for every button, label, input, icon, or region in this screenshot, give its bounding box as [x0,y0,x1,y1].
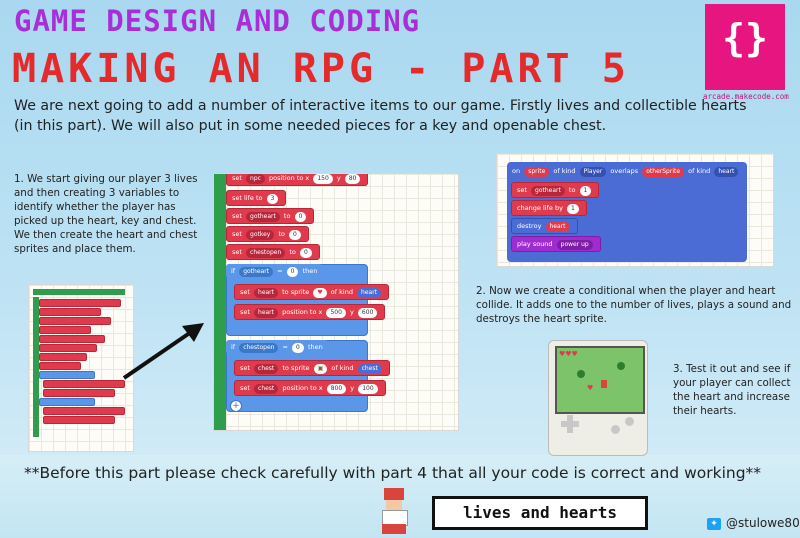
step3-text: 3. Test it out and see if your player ca… [673,363,791,417]
code-set-heart-sprite: set heart to sprite ♥ of kind heart [234,284,390,300]
heart-pickup-icon: ♥ [587,384,594,392]
code-set-npc-position: set npc position to x 150 y 80 [226,174,369,186]
page-title: MAKING AN RPG - PART 5 [12,46,630,92]
overlap-code-panel: on sprite of kind Player overlaps otherS… [496,153,774,267]
tree-icon [577,370,585,378]
code-set-gotheart: set gotheart to 0 [226,208,315,224]
game-simulator: ♥♥♥ ♥ [548,340,648,456]
twitter-icon: ✦ [707,518,721,530]
tree-icon [617,362,625,370]
bottom-note: **Before this part please check carefull… [24,464,762,482]
code-change-life: change life by 1 [511,200,587,216]
page-supertitle: GAME DESIGN AND CODING [14,4,421,38]
logo-url: arcade.makecode.com [703,92,789,101]
makecode-arcade-logo: {} [705,4,785,90]
code-set-life: set life to 3 [226,190,287,206]
chest-sprite-icon: ▣ [313,364,328,374]
arrow-icon [122,323,204,380]
b-button-icon [611,425,620,434]
code-on-overlap: on sprite of kind Player overlaps otherS… [507,164,746,178]
code-if-gotheart-header: if gotheart = 0 then [226,264,323,278]
dpad-vertical [567,415,573,433]
code-if-chestopen-header: if chestopen = 0 then [226,340,328,354]
code-set-heart-position: set heart position to x 500 y 600 [234,304,386,320]
speech-bubble: lives and hearts [432,496,648,530]
code-set-gotheart-1: set gotheart to 1 [511,182,600,198]
code-destroy: destroy heart [511,218,578,234]
step2-text: 2. Now we create a conditional when the … [476,285,792,325]
player-sprite-icon [601,380,607,388]
code-thumbnail [28,284,134,452]
wizard-character-icon [374,488,414,534]
a-button-icon [625,417,634,426]
game-screen: ♥♥♥ ♥ [555,346,645,414]
code-set-chestopen: set chestopen to 0 [226,244,320,260]
step1-text: 1. We start giving our player 3 lives an… [14,173,198,255]
code-set-chest-position: set chest position to x 800 y 100 [234,380,386,396]
lives-hearts-icon: ♥♥♥ [559,350,578,358]
intro-text: We are next going to add a number of int… [14,98,747,134]
heart-sprite-icon: ♥ [313,288,327,298]
puzzle-icon: {} [722,16,768,60]
speech-text: lives and hearts [462,503,618,522]
add-block-icon: + [230,400,242,412]
code-play-sound: play sound power up [511,236,601,252]
twitter-handle: @stulowe80 [726,516,800,530]
logo-url-wrap: arcade.makecode.com [703,92,793,101]
code-set-gotkey: set gotkey to 0 [226,226,309,242]
main-code-panel: set npc position to x 150 y 80 set life … [213,173,459,431]
code-set-chest-sprite: set chest to sprite ▣ of kind chest [234,360,390,376]
